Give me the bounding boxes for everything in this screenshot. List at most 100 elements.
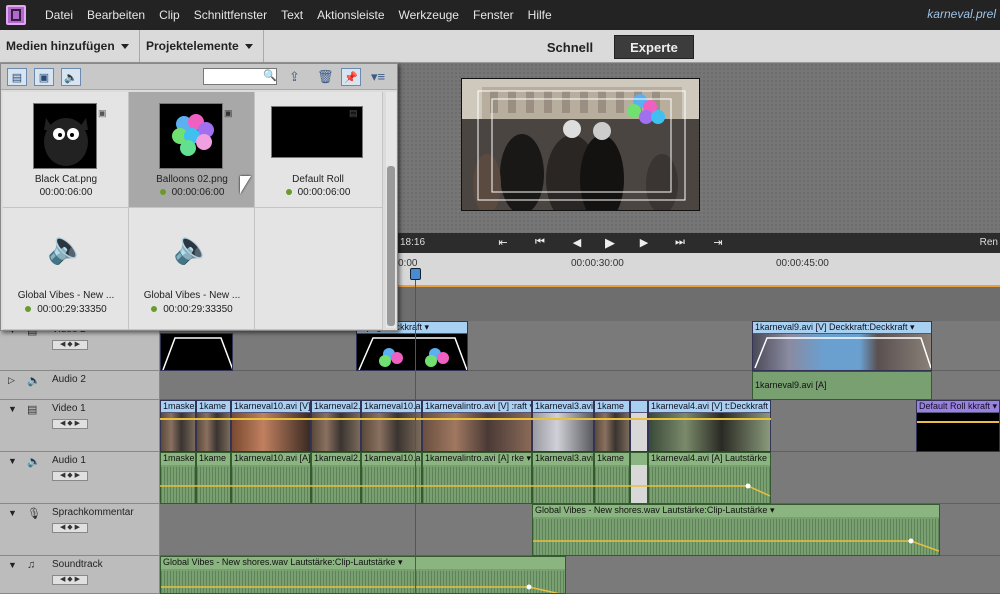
clip-v1-2[interactable]: 1karneval10.avi [V]	[231, 400, 311, 452]
filter-video-icon[interactable]: ▤	[7, 68, 27, 86]
work-area-bar[interactable]	[398, 285, 1000, 287]
film-icon: ▤	[27, 404, 38, 416]
lane-audio1[interactable]: 1maske 1kame 1karneval10.avi [A] 1karnev…	[160, 452, 1000, 504]
clip-v1-4[interactable]: 1karneval10.a	[361, 400, 422, 452]
panel-scrollbar-thumb[interactable]	[387, 166, 395, 326]
goto-in-icon[interactable]: ⇤	[495, 236, 511, 249]
lane-narration[interactable]: Global Vibes - New shores.wav Lautstärke…	[160, 504, 1000, 556]
volume-line	[161, 584, 560, 593]
asset-duration-value: 00:00:06:00	[297, 187, 351, 198]
keyframe-nav[interactable]: ◀ ◆ ▶	[52, 419, 88, 429]
keyframe-nav[interactable]: ◀ ◆ ▶	[52, 523, 88, 533]
playhead-handle[interactable]	[410, 268, 421, 280]
clip-v1-1[interactable]: 1kame	[196, 400, 231, 452]
track-header-soundtrack: ▼ ♫ Soundtrack ◀ ◆ ▶	[0, 556, 160, 594]
menu-aktionsleiste[interactable]: Aktionsleiste	[310, 8, 391, 22]
menu-schnittfenster[interactable]: Schnittfenster	[187, 8, 274, 22]
track-header-audio1: ▼ 🔈 Audio 1 ◀ ◆ ▶	[0, 452, 160, 504]
menu-text[interactable]: Text	[274, 8, 310, 22]
menu-datei[interactable]: Datei	[38, 8, 80, 22]
used-indicator-icon	[25, 306, 32, 313]
playhead-line[interactable]	[415, 268, 416, 594]
clip-v1-transition[interactable]	[630, 400, 648, 452]
clip-a2-karneval9[interactable]: 1karneval9.avi [A]	[752, 371, 932, 400]
fast-forward-icon[interactable]: ⏭	[672, 236, 688, 249]
asset-tile-global-vibes-2[interactable]: 🔈 Global Vibes - New ... 00:00:29:33350	[129, 208, 255, 330]
menu-clip[interactable]: Clip	[152, 8, 187, 22]
black-cat-thumbnail	[33, 103, 97, 169]
used-indicator-icon	[285, 189, 292, 196]
menu-hilfe[interactable]: Hilfe	[521, 8, 559, 22]
clip-v2-black-cat[interactable]	[160, 333, 233, 371]
clip-label: 1maske	[161, 401, 195, 413]
clip-narration-global-vibes[interactable]: Global Vibes - New shores.wav Lautstärke…	[532, 504, 940, 556]
chevron-down-icon	[244, 43, 253, 49]
clip-v2-karneval9[interactable]: 1karneval9.avi [V] Deckkraft:Deckkraft ▾	[752, 321, 932, 371]
filter-image-icon[interactable]: ▣	[34, 68, 54, 86]
transport-bar: 18:16 ⇤ ⏮ ◀ ▶ ▶ ⏭ ⇥ Ren	[398, 233, 1000, 253]
track-header-audio2: ▷ 🔈 Audio 2	[0, 371, 160, 400]
mouse-cursor-icon	[240, 176, 251, 194]
new-folder-icon[interactable]: ⇪	[289, 69, 300, 85]
menu-fenster[interactable]: Fenster	[466, 8, 521, 22]
opacity-keyframe-line	[754, 337, 931, 369]
clip-label: 1karneval4.avi [V] t:Deckkraft ▾	[649, 401, 771, 413]
lane-video1[interactable]: 1maske 1kame 1karneval10.avi [V] 1karnev…	[160, 400, 1000, 452]
asset-tile-default-roll[interactable]: ▤ Default Roll 00:00:06:00	[255, 92, 383, 208]
track-expand-icon[interactable]: ▼	[8, 508, 17, 518]
clip-v1-5[interactable]: 1karnevalintro.avi [V] :raft ▾	[422, 400, 532, 452]
keyframe-nav[interactable]: ◀ ◆ ▶	[52, 471, 88, 481]
menu-bar: Datei Bearbeiten Clip Schnittfenster Tex…	[0, 0, 1000, 30]
clip-v1-7[interactable]: 1kame	[594, 400, 630, 452]
music-note-icon: ♫	[27, 559, 36, 571]
asset-name: Global Vibes - New ...	[17, 290, 115, 301]
track-expand-icon[interactable]: ▼	[8, 560, 17, 570]
trash-icon[interactable]: 🗑	[317, 69, 334, 85]
panel-toolbar: ▤ ▣ 🔈 🔍 ⇪ 🗑 📌 ▾≡	[1, 64, 397, 90]
render-label: Ren	[979, 237, 998, 248]
mode-quick-button[interactable]: Schnell	[532, 36, 608, 58]
preview-frame[interactable]	[461, 78, 700, 211]
clip-v1-9[interactable]: 1karneval4.avi [V] t:Deckkraft ▾	[648, 400, 771, 452]
keyframe-nav[interactable]: ◀ ◆ ▶	[52, 575, 88, 585]
play-icon[interactable]: ▶	[602, 235, 618, 251]
rewind-icon[interactable]: ⏮	[532, 236, 548, 249]
app-logo-icon	[6, 5, 26, 25]
ruler-label-30s: 00:00:30:00	[571, 258, 624, 269]
asset-tile-black-cat[interactable]: ▣ Black Cat.png 00:00:06:00	[3, 92, 129, 208]
panel-scrollbar[interactable]	[386, 92, 396, 328]
speaker-icon: 🔈	[47, 229, 87, 265]
goto-out-icon[interactable]: ⇥	[710, 236, 726, 249]
menu-bearbeiten[interactable]: Bearbeiten	[80, 8, 152, 22]
lane-soundtrack[interactable]: Global Vibes - New shores.wav Lautstärke…	[160, 556, 1000, 594]
image-type-icon: ▣	[224, 108, 233, 118]
pin-icon[interactable]: 📌	[341, 68, 361, 86]
clip-v1-default-roll[interactable]: Default Roll kkraft ▾	[916, 400, 1000, 452]
clip-v1-3[interactable]: 1karneval2.	[311, 400, 361, 452]
filter-audio-icon[interactable]: 🔈	[61, 68, 81, 86]
panel-menu-icon[interactable]: ▾≡	[371, 69, 385, 85]
keyframe-nav[interactable]: ◀ ◆ ▶	[52, 340, 88, 350]
menu-werkzeuge[interactable]: Werkzeuge	[392, 8, 466, 22]
track-name: Video 1	[52, 403, 86, 414]
add-media-button[interactable]: Medien hinzufügen	[0, 30, 140, 62]
track-expand-icon[interactable]: ▼	[8, 456, 17, 466]
asset-tile-balloons[interactable]: ▣ Balloons 02.png 00:00:06:00	[129, 92, 255, 208]
timeline-ruler[interactable]: 0:00 00:00:30:00 00:00:45:00	[398, 253, 1000, 287]
step-back-icon[interactable]: ◀	[569, 236, 585, 249]
step-forward-icon[interactable]: ▶	[636, 236, 652, 249]
asset-duration: 00:00:06:00	[255, 187, 381, 198]
clip-label: 1karneval2.	[312, 401, 361, 413]
clip-soundtrack-global-vibes[interactable]: Global Vibes - New shores.wav Lautstärke…	[160, 556, 566, 594]
lane-audio2[interactable]: 1karneval9.avi [A]	[160, 371, 1000, 400]
clip-v1-0[interactable]: 1maske	[160, 400, 196, 452]
track-header-narration: ▼ 🎙 Sprachkommentar ◀ ◆ ▶	[0, 504, 160, 556]
asset-tile-global-vibes-1[interactable]: 🔈 Global Vibes - New ... 00:00:29:33350	[3, 208, 129, 330]
clip-label: 1karneval9.avi [V] Deckkraft:Deckkraft ▾	[753, 322, 931, 334]
track-collapse-icon[interactable]: ▷	[8, 375, 15, 386]
track-expand-icon[interactable]: ▼	[8, 404, 17, 414]
asset-tile-empty	[255, 208, 383, 330]
clip-v1-6[interactable]: 1karneval3.avi	[532, 400, 594, 452]
project-assets-button[interactable]: Projektelemente	[140, 30, 264, 62]
mode-expert-button[interactable]: Experte	[614, 35, 694, 59]
